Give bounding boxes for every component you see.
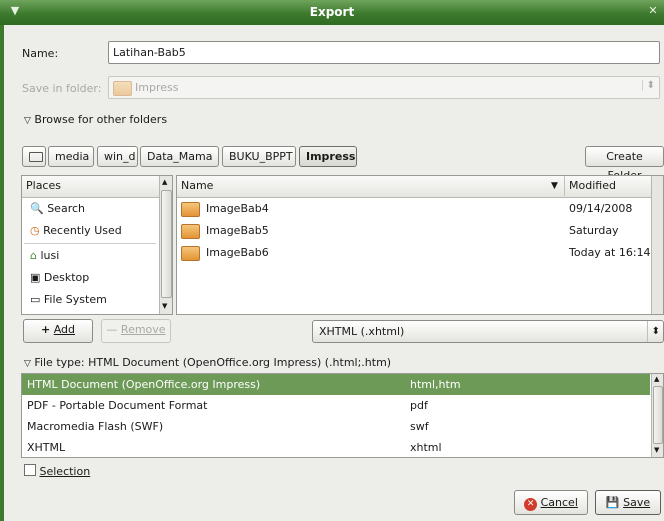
home-icon: ⌂ [30, 249, 37, 262]
checkbox-icon [24, 464, 36, 476]
desktop-icon: ▣ [30, 271, 41, 284]
modified-column-header[interactable]: Modified [564, 176, 616, 196]
save-button[interactable]: 💾 Save [595, 490, 661, 515]
file-type-row[interactable]: XHTML xhtml [22, 437, 650, 457]
place-recently-used[interactable]: ◷ Recently Used [22, 220, 158, 242]
path-data-mama-button[interactable]: Data_Mama [140, 146, 219, 167]
drive-icon [29, 152, 43, 162]
place-desktop[interactable]: ▣ Desktop [22, 267, 158, 289]
file-type-scroll-thumb[interactable] [653, 386, 663, 444]
expander-open-icon: ▽ [24, 359, 31, 369]
files-scrollbar[interactable] [651, 176, 663, 314]
file-type-scrollbar[interactable]: ▲ ▼ [651, 374, 663, 457]
files-pane: Name ▼ Modified ImageBab4 09/14/2008 Ima… [176, 175, 664, 315]
path-win_d-button[interactable]: win_d [97, 146, 138, 167]
window-title: Export [309, 5, 355, 19]
clock-icon: ◷ [30, 224, 40, 237]
drive-icon: ▭ [30, 293, 41, 306]
file-row[interactable]: ImageBab5 Saturday [177, 220, 663, 242]
files-header: Name ▼ Modified [177, 176, 663, 198]
cancel-button[interactable]: ✕ Cancel [514, 490, 588, 515]
save-in-value: Impress [135, 81, 179, 94]
cancel-icon: ✕ [524, 498, 538, 511]
places-header[interactable]: Places [22, 176, 172, 198]
path-impress-button[interactable]: Impress [299, 146, 357, 167]
folder-icon [181, 201, 200, 217]
path-drive-button[interactable] [22, 146, 46, 167]
places-scrollbar[interactable]: ▲ ▼ [159, 176, 172, 314]
save-icon: 💾 [605, 496, 620, 509]
place-data[interactable]: ▭ data [22, 311, 158, 314]
minus-icon: — [106, 323, 118, 336]
expander-open-icon: ▽ [24, 116, 31, 126]
browse-label: Browse for other folders [34, 113, 168, 126]
place-search[interactable]: 🔍 Search [22, 198, 158, 220]
path-buku-bppt-button[interactable]: BUKU_BPPT [222, 146, 296, 167]
place-file-system[interactable]: ▭ File System [22, 289, 158, 311]
plus-icon: + [40, 323, 51, 336]
combo-arrow-icon: ⬍ [646, 321, 660, 342]
close-icon[interactable]: ✕ [646, 4, 660, 18]
path-media-button[interactable]: media [48, 146, 94, 167]
scroll-up-icon[interactable]: ▲ [654, 375, 659, 383]
places-separator [24, 243, 156, 244]
scroll-down-icon[interactable]: ▼ [654, 446, 659, 454]
search-icon: 🔍 [30, 202, 44, 215]
file-type-row-selected[interactable]: HTML Document (OpenOffice.org Impress) h… [22, 374, 650, 395]
file-type-row[interactable]: Macromedia Flash (SWF) swf [22, 416, 650, 437]
browse-expander[interactable]: ▽ Browse for other folders [24, 113, 167, 126]
selection-checkbox[interactable]: Selection [24, 464, 90, 478]
create-folder-button[interactable]: Create Folder [585, 146, 664, 182]
scroll-down-icon[interactable]: ▼ [162, 302, 167, 310]
places-pane: Places 🔍 Search ◷ Recently Used ⌂ lusi ▣… [21, 175, 173, 315]
folder-icon [113, 81, 132, 96]
places-scroll-thumb[interactable] [161, 190, 172, 298]
file-type-label: File type: HTML Document (OpenOffice.org… [34, 356, 392, 369]
file-type-expander[interactable]: ▽ File type: HTML Document (OpenOffice.o… [24, 356, 391, 369]
add-place-button[interactable]: + Add [23, 319, 93, 343]
title-bar: ▼ Export ✕ [0, 0, 664, 25]
remove-place-button[interactable]: — Remove [101, 319, 171, 343]
folder-icon [181, 245, 200, 261]
file-type-list: HTML Document (OpenOffice.org Impress) h… [21, 373, 664, 458]
window-border [0, 25, 4, 521]
name-input[interactable]: Latihan-Bab5 [108, 41, 660, 64]
places-list: 🔍 Search ◷ Recently Used ⌂ lusi ▣ Deskto… [22, 198, 158, 314]
scroll-up-icon[interactable]: ▲ [162, 178, 167, 186]
folder-icon [181, 223, 200, 239]
save-in-combo[interactable]: Impress ⬍ [108, 76, 660, 99]
name-column-header[interactable]: Name [181, 179, 213, 192]
file-row[interactable]: ImageBab6 Today at 16:14 [177, 242, 663, 264]
place-lusi[interactable]: ⌂ lusi [22, 245, 158, 267]
sort-down-icon[interactable]: ▼ [551, 176, 558, 196]
name-label: Name: [22, 47, 59, 60]
file-filter-combo[interactable]: XHTML (.xhtml) ⬍ [312, 320, 664, 343]
file-type-row[interactable]: PDF - Portable Document Format pdf [22, 395, 650, 416]
file-row[interactable]: ImageBab4 09/14/2008 [177, 198, 663, 220]
combo-arrow-icon: ⬍ [641, 80, 655, 91]
save-in-label: Save in folder: [22, 82, 102, 95]
